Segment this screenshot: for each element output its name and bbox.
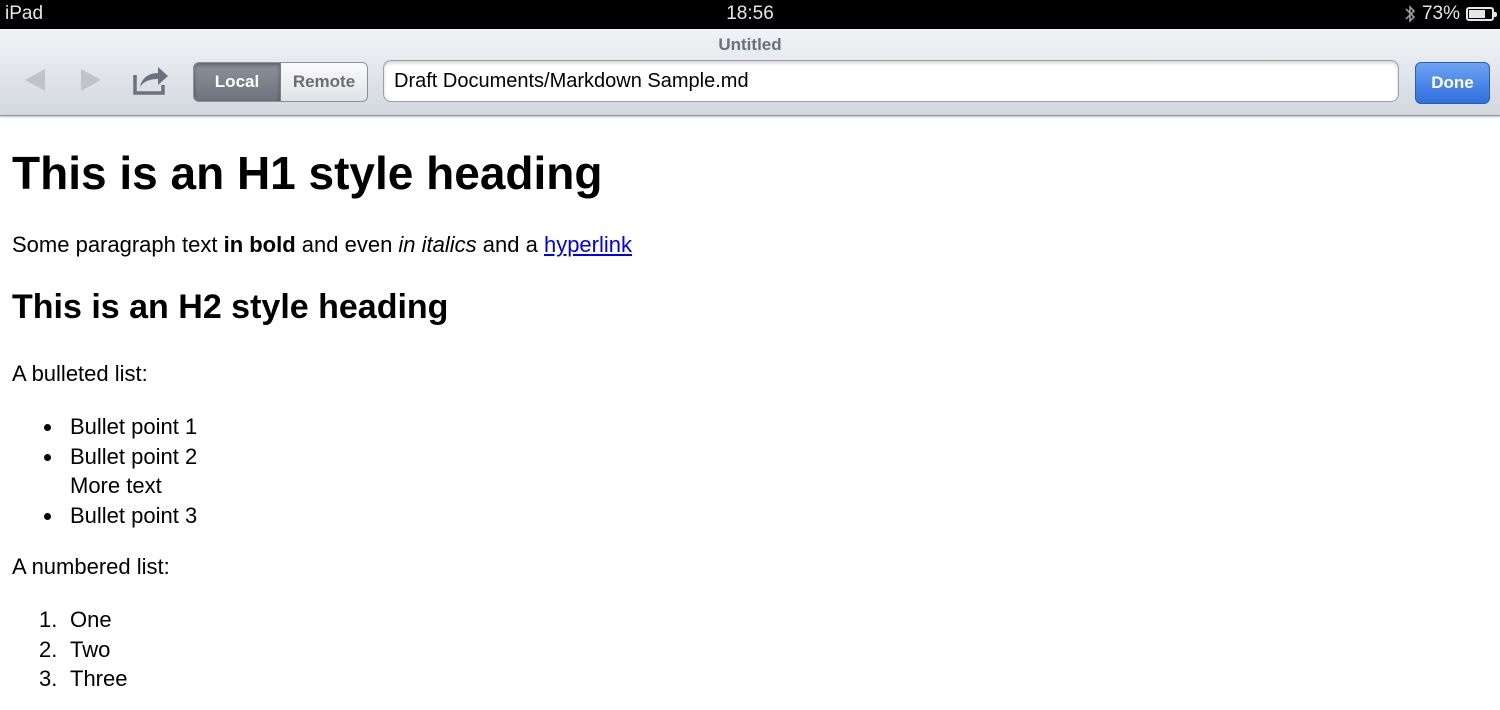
bold-text: in bold	[223, 232, 296, 257]
heading-2: This is an H2 style heading	[12, 288, 449, 326]
bullet-marker	[44, 512, 51, 520]
bulleted-list: Bullet point 1 Bullet point 2 More text B…	[12, 412, 197, 530]
list-item: 2. Two	[12, 635, 127, 665]
forward-button[interactable]	[76, 65, 106, 95]
list-item: 3. Three	[12, 664, 127, 694]
bluetooth-icon	[1405, 5, 1416, 23]
list-item-text: Bullet point 2	[70, 443, 198, 469]
location-segmented-control: Local Remote	[193, 62, 368, 102]
paragraph: Some paragraph text in bold and even in …	[12, 232, 632, 258]
bullet-marker	[44, 424, 51, 431]
paragraph-text: Some paragraph text	[12, 232, 224, 257]
share-button[interactable]	[130, 63, 170, 97]
toolbar: Untitled Local Remote Done	[0, 29, 1500, 116]
number-marker: 2.	[39, 636, 58, 662]
document-title: Untitled	[718, 35, 782, 54]
file-path-field[interactable]	[383, 60, 1399, 102]
battery-level	[1469, 10, 1486, 18]
share-icon	[133, 67, 168, 95]
back-arrow-icon	[25, 69, 45, 91]
list-item-text: One	[70, 607, 112, 632]
bullet-marker	[44, 453, 51, 461]
paragraph-text: and a	[476, 232, 544, 257]
hyperlink[interactable]: hyperlink	[544, 232, 632, 257]
forward-arrow-icon	[81, 69, 101, 91]
list-item-continuation: More text	[70, 473, 162, 498]
list-item: Bullet point 2 More text	[12, 442, 197, 501]
status-clock: 18:56	[726, 3, 774, 24]
list-item: Bullet point 3	[12, 501, 197, 531]
status-bar: iPad 18:56 73%	[0, 0, 1500, 29]
number-marker: 3.	[39, 666, 58, 691]
paragraph-text: and even	[295, 232, 399, 257]
italic-text: in italics	[398, 232, 477, 257]
remote-segment[interactable]: Remote	[281, 63, 367, 101]
battery-percent: 73%	[1421, 3, 1460, 24]
list-item: Bullet point 1	[12, 412, 197, 442]
heading-1: This is an H1 style heading	[12, 147, 603, 199]
list-item: 1. One	[12, 605, 127, 635]
status-right: 73%	[1404, 3, 1497, 25]
numbered-list-intro: A numbered list:	[12, 554, 170, 579]
battery-icon	[1466, 7, 1497, 21]
local-segment[interactable]: Local	[194, 63, 281, 101]
number-marker: 1.	[39, 607, 58, 632]
numbered-list: 1. One 2. Two 3. Three	[12, 605, 127, 694]
done-button[interactable]: Done	[1415, 62, 1490, 104]
back-button[interactable]	[20, 65, 50, 95]
list-item-text: Bullet point 1	[70, 414, 198, 439]
list-item-text: Bullet point 3	[70, 502, 198, 528]
list-item-text: Three	[70, 666, 128, 691]
list-item-text: Two	[70, 636, 111, 662]
bulleted-list-intro: A bulleted list:	[12, 361, 148, 386]
